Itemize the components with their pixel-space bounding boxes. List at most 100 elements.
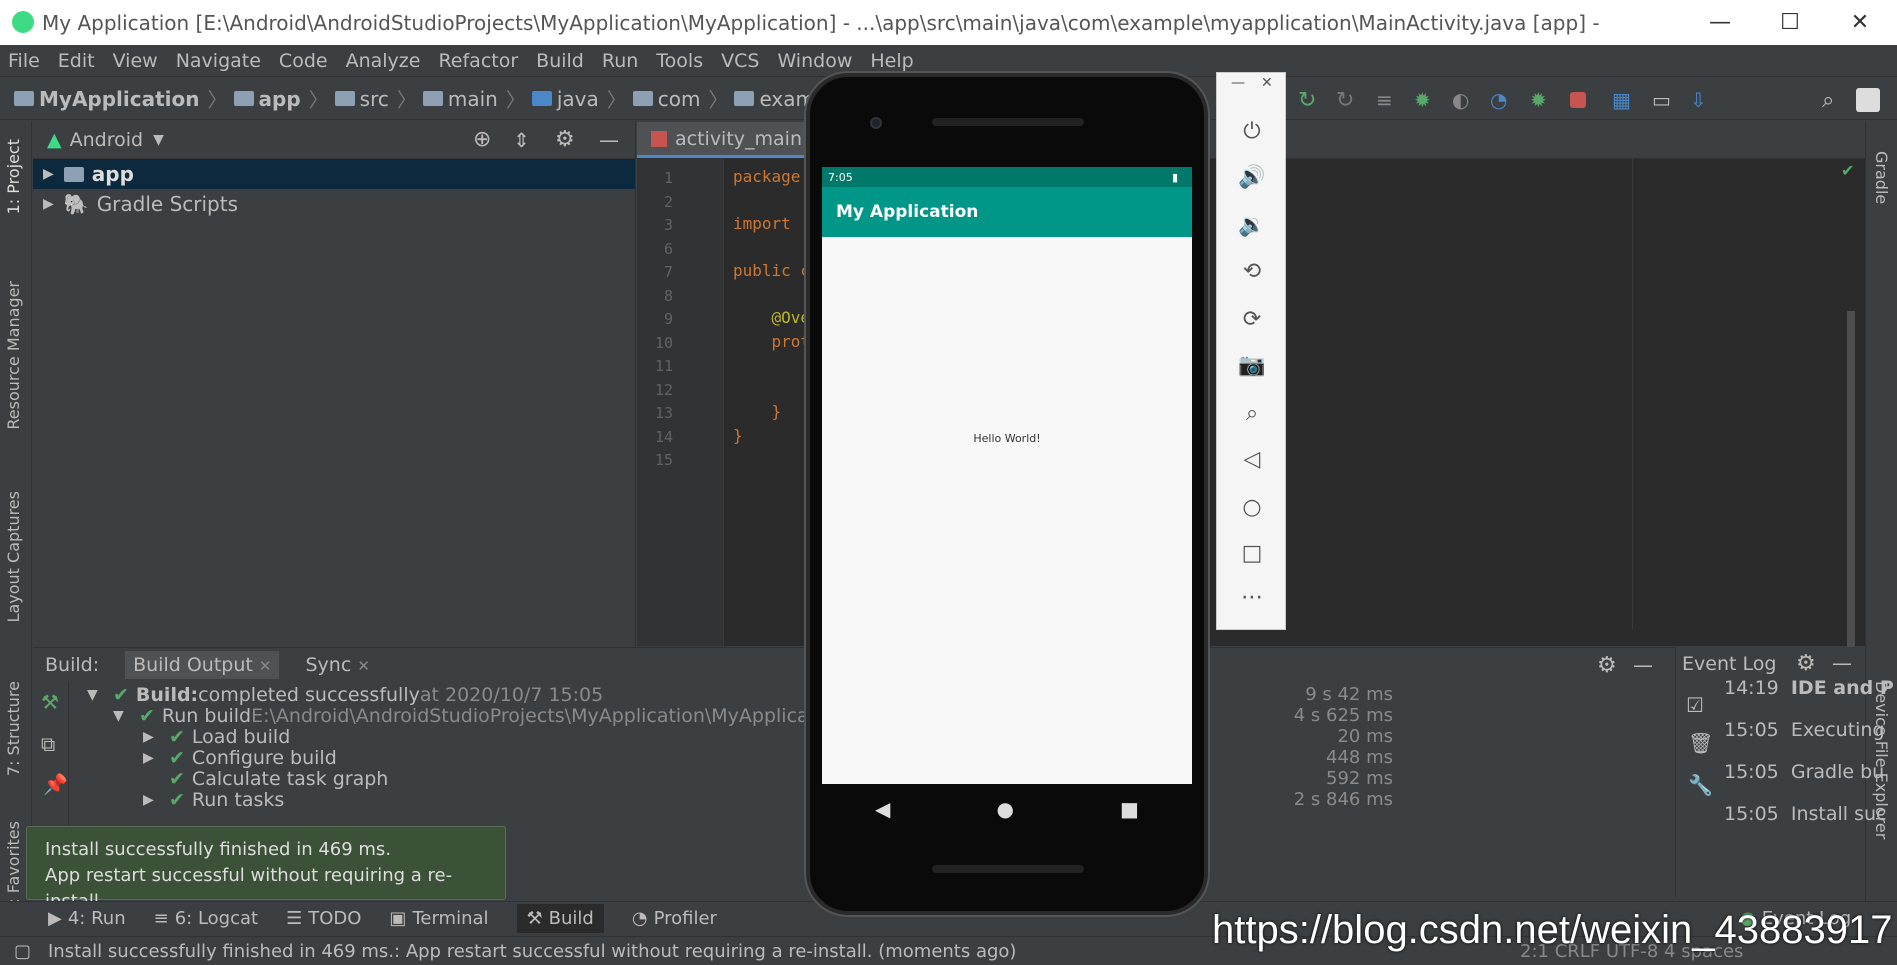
emulator-screen[interactable]: 7:05 ▮ My Application Hello World! [822,167,1192,784]
pin-icon[interactable]: 📌 [43,772,68,796]
breadcrumb-item[interactable]: main 〉 [422,84,526,113]
avatar[interactable] [1856,88,1880,112]
code-line[interactable]: import . [733,214,810,233]
collapse-icon[interactable]: ▼ [113,708,129,724]
menu-edit[interactable]: Edit [58,50,95,72]
hammer-icon[interactable]: ⚒ [41,690,59,714]
menu-run[interactable]: Run [602,50,638,72]
expand-icon[interactable]: ▶ [143,729,159,745]
menu-help[interactable]: Help [870,50,913,72]
menu-navigate[interactable]: Navigate [176,50,261,72]
menu-vcs[interactable]: VCS [721,50,759,72]
tab-favorites[interactable]: 2: Favorites [4,821,23,914]
coverage-icon[interactable]: ◐ [1452,88,1476,112]
editor-scrollbar[interactable] [1847,311,1855,671]
project-view-selector[interactable]: ▲ Android ▼ ⊕ ⇕ ⚙ — [33,121,635,159]
tab-structure[interactable]: 7: Structure [4,681,23,776]
overview-icon[interactable]: □ [1217,541,1287,566]
mark-read-icon[interactable]: ☑ [1686,693,1704,717]
toggle-view-icon[interactable]: ⧉ [41,732,55,756]
event-entry[interactable]: 14:19 IDE and P [1724,677,1894,699]
hide-icon[interactable]: — [599,128,619,152]
volume-up-icon[interactable]: 🔊 [1217,165,1287,190]
back-icon[interactable]: ◀ [875,797,890,821]
profiler-tool-button[interactable]: ◔ Profiler [632,908,717,929]
menu-build[interactable]: Build [536,50,584,72]
build-row[interactable]: ▶ ✔ Run tasks [143,789,284,811]
breadcrumb-item[interactable]: com 〉 [632,84,728,113]
home-icon[interactable]: ○ [1217,495,1287,520]
maximize-button[interactable]: ☐ [1755,0,1825,45]
hide-icon[interactable]: — [1832,651,1852,675]
tab-project[interactable]: 1: Project [4,139,23,214]
menu-refactor[interactable]: Refactor [438,50,518,72]
overview-icon[interactable]: ■ [1120,797,1139,821]
close-button[interactable]: ✕ [1825,0,1895,45]
terminal-tool-button[interactable]: ▣ Terminal [389,908,488,929]
sdk-manager-icon[interactable]: ⇩ [1690,88,1714,112]
expand-icon[interactable]: ▶ [43,166,54,182]
breadcrumb-item[interactable]: MyApplication 〉 [14,84,228,113]
menu-file[interactable]: File [8,50,40,72]
code-line[interactable]: } [733,426,743,445]
attach-debugger-icon[interactable]: ✹ [1530,88,1554,112]
close-icon[interactable]: ✕ [259,657,272,675]
build-row[interactable]: ▼ ✔ Build: completed successfully at 2020/… [87,684,603,706]
power-icon[interactable]: ⏻ [1217,119,1287,144]
gear-icon[interactable]: ⚙ [1796,651,1816,676]
collapse-icon[interactable]: ▼ [87,687,103,703]
todo-tool-button[interactable]: ☰ TODO [286,908,361,929]
avd-manager-icon[interactable]: ▭ [1652,88,1676,112]
search-icon[interactable]: ⌕ [1822,88,1846,113]
minimize-icon[interactable]: — [1231,75,1245,91]
breadcrumb-item[interactable]: app 〉 [233,84,329,113]
build-tool-button[interactable]: ⚒ Build [516,904,604,933]
menu-window[interactable]: Window [777,50,852,72]
code-line[interactable]: public c [733,261,810,280]
home-icon[interactable]: ● [997,797,1014,821]
build-row[interactable]: ▶ ✔ Configure build [143,747,337,769]
stop-icon[interactable] [1570,92,1586,108]
code-line[interactable]: prot [733,332,811,351]
sync-project-icon[interactable]: ▦ [1612,88,1636,112]
tab-resource-manager[interactable]: Resource Manager [4,281,23,430]
menu-code[interactable]: Code [279,50,328,72]
event-entry[interactable]: 15:05 Executing [1724,719,1885,741]
install-notification[interactable]: Install successfully finished in 469 ms.… [26,826,506,912]
tab-build-output[interactable]: Build Output ✕ [125,651,280,679]
build-variants-icon[interactable]: ≡ [1376,88,1400,112]
debug-icon[interactable]: ✹ [1414,88,1438,112]
code-line[interactable]: package [733,167,800,186]
expand-icon[interactable]: ▶ [143,792,159,808]
rotate-right-icon[interactable]: ⟳ [1217,307,1287,332]
expand-icon[interactable]: ▶ [43,196,54,212]
zoom-icon[interactable]: ⌕ [1217,401,1287,426]
gear-icon[interactable]: ⚙ [1597,653,1617,678]
screenshot-icon[interactable]: 📷 [1217,353,1287,378]
run-tool-button[interactable]: ▶ 4: Run [48,908,126,929]
apply-code-changes-icon[interactable]: ↻ [1336,88,1360,113]
gear-icon[interactable]: ⚙ [555,127,575,152]
menu-tools[interactable]: Tools [656,50,703,72]
tree-item-app[interactable]: ▶ app [33,159,635,189]
more-icon[interactable]: ⋯ [1217,585,1287,610]
profile-icon[interactable]: ◔ [1490,88,1514,112]
tab-sync[interactable]: Sync ✕ [305,654,369,676]
volume-down-icon[interactable]: 🔉 [1217,213,1287,238]
close-icon[interactable]: ✕ [357,657,370,675]
tab-activity-main[interactable]: activity_main.x [637,122,834,158]
breadcrumb-item[interactable]: java 〉 [531,84,627,113]
expand-icon[interactable]: ▶ [143,750,159,766]
hide-icon[interactable]: — [1633,653,1653,677]
apply-changes-icon[interactable]: ↻ [1298,88,1322,113]
event-entry[interactable]: 15:05 Install suc [1724,803,1886,825]
tab-gradle[interactable]: Gradle [1872,151,1891,204]
breadcrumb-item[interactable]: src 〉 [334,84,417,113]
event-entry[interactable]: 15:05 Gradle bu [1724,761,1884,783]
build-row[interactable]: ▶ ✔ Load build [143,726,290,748]
tree-item-gradle-scripts[interactable]: ▶ 🐘 Gradle Scripts [33,189,635,219]
menu-analyze[interactable]: Analyze [346,50,421,72]
build-row[interactable]: ▼ ✔ Run build E:\Android\AndroidStudioProj… [113,705,833,727]
collapse-all-icon[interactable]: ⇕ [513,128,530,152]
menu-view[interactable]: View [113,50,158,72]
